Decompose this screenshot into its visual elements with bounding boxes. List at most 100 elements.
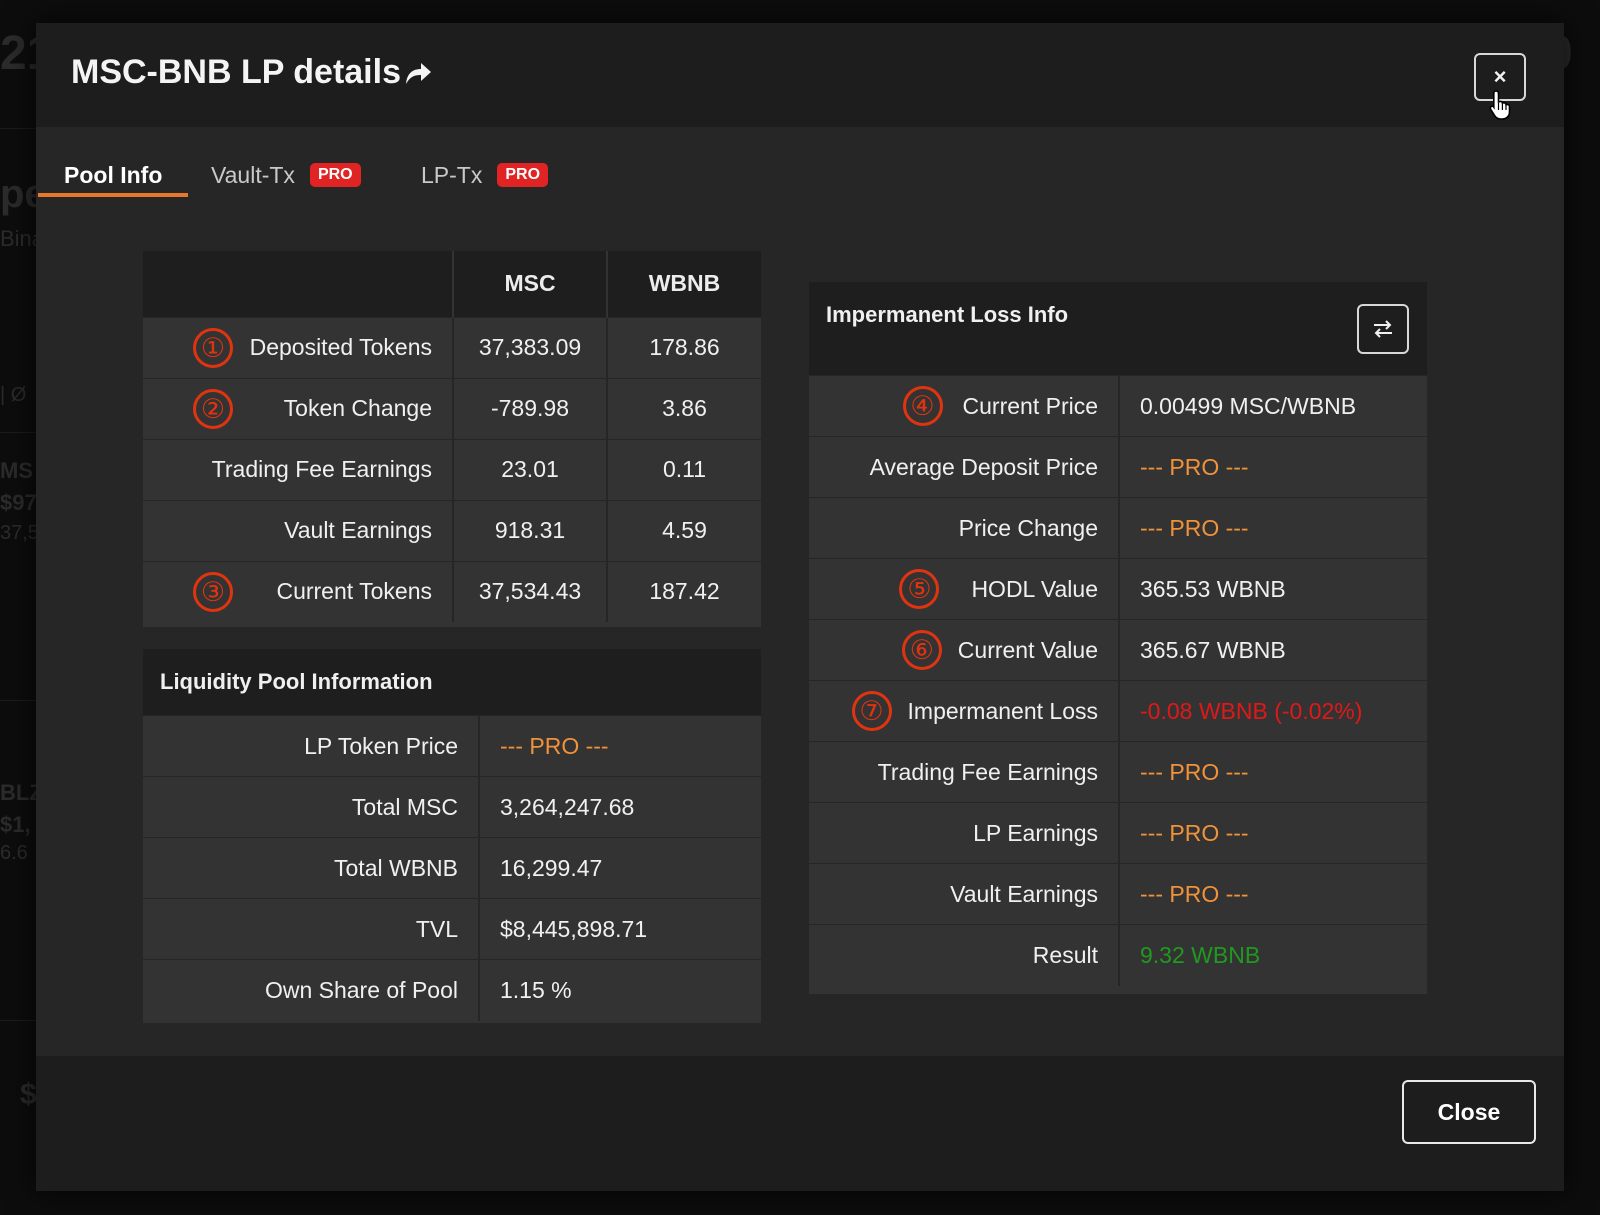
msc-value: 918.31 [452,499,607,561]
wbnb-value: 3.86 [606,377,761,439]
table-row: Average Deposit Price --- PRO --- [809,436,1427,498]
msc-value: -789.98 [452,377,607,439]
tab-label: LP-Tx [421,161,483,188]
tab-label: Vault-Tx [211,161,295,188]
close-button-label: Close [1437,1098,1501,1125]
row-label: Current Price [962,392,1098,419]
tab-bar: Pool Info Vault-Tx PRO LP-Tx PRO [36,127,1564,223]
share-icon[interactable] [403,58,433,88]
table-row: ① Deposited Tokens 37,383.09 178.86 [143,316,761,378]
row-label: Deposited Tokens [249,334,432,360]
table-row: LP Earnings --- PRO --- [809,802,1427,864]
row-value: -0.08 WBNB (-0.02%) [1118,680,1427,742]
row-label: Current Tokens [276,578,432,605]
row-label: LP Earnings [809,802,1119,864]
table-row: Total WBNB 16,299.47 [143,837,761,899]
wbnb-value: 178.86 [606,316,761,378]
tokens-table: MSC WBNB ① Deposited Tokens 37,383.09 178… [143,251,761,622]
msc-value: 37,534.43 [452,560,607,622]
background-text: $1, [0,812,31,837]
table-row: LP Token Price --- PRO --- [143,715,761,777]
background-text: $97 [0,490,37,515]
table-row: ④ Current Price 0.00499 MSC/WBNB [809,375,1427,437]
annotation-marker: ① [193,327,233,368]
table-header-row: MSC WBNB [143,251,761,317]
row-value: 16,299.47 [478,837,761,899]
row-value: --- PRO --- [1118,497,1427,559]
table-row: ⑤ HODL Value 365.53 WBNB [809,558,1427,620]
close-icon: × [1493,64,1507,89]
il-info-panel: Impermanent Loss Info ④ Current Price 0.0… [809,282,1427,994]
table-header-cell: WBNB [606,251,761,317]
row-label: HODL Value [971,575,1098,602]
lp-info-table: LP Token Price --- PRO --- Total MSC 3,2… [143,715,761,1021]
wbnb-value: 187.42 [606,560,761,622]
row-label: Trading Fee Earnings [143,438,453,500]
background-text: 6.6 [0,842,28,864]
row-value: 365.67 WBNB [1118,619,1427,681]
table-row: Vault Earnings 918.31 4.59 [143,499,761,561]
background-divider [0,1020,36,1021]
row-label: Average Deposit Price [809,436,1119,498]
row-label: Current Value [957,636,1098,663]
background-text: | Ø [0,384,27,406]
swap-direction-button[interactable] [1357,304,1409,354]
lp-info-title: Liquidity Pool Information [143,649,761,715]
row-label: Result [809,924,1119,986]
background-text: MS [0,458,33,483]
table-row: Price Change --- PRO --- [809,497,1427,559]
table-row: Result 9.32 WBNB [809,924,1427,986]
tab-lp-tx[interactable]: LP-Tx PRO [421,127,549,223]
background-text: 37,5 [0,522,39,544]
row-value: --- PRO --- [478,715,761,777]
table-header-cell [143,251,453,317]
il-info-title: Impermanent Loss Info [826,302,1069,327]
table-row: Trading Fee Earnings --- PRO --- [809,741,1427,803]
modal-header: MSC-BNB LP details × [36,23,1564,127]
hand-cursor-icon [1489,90,1511,120]
annotation-marker: ⑤ [899,569,940,609]
row-label: LP Token Price [143,715,479,777]
msc-value: 23.01 [452,438,607,500]
modal-title: MSC-BNB LP details [71,53,401,91]
table-row: Own Share of Pool 1.15 % [143,959,761,1021]
table-row: ⑦ Impermanent Loss -0.08 WBNB (-0.02%) [809,680,1427,742]
row-label: Price Change [809,497,1119,559]
tab-label: Pool Info [64,161,163,188]
tab-pool-info[interactable]: Pool Info [64,127,162,223]
background-divider [0,432,36,433]
lp-info-panel: Liquidity Pool Information LP Token Pric… [143,649,761,1023]
il-info-table: ④ Current Price 0.00499 MSC/WBNB Average … [809,375,1427,986]
annotation-marker: ⑦ [851,691,892,731]
background-divider [0,700,36,701]
tab-vault-tx[interactable]: Vault-Tx PRO [211,127,361,223]
il-info-header: Impermanent Loss Info [809,282,1427,375]
row-value: 365.53 WBNB [1118,558,1427,620]
table-row: TVL $8,445,898.71 [143,898,761,960]
close-button[interactable]: Close [1402,1080,1536,1144]
lp-details-modal: MSC-BNB LP details × Pool Info Vault-Tx … [36,23,1564,1191]
table-header-cell: MSC [452,251,607,317]
pro-badge: PRO [309,163,361,187]
row-value: 9.32 WBNB [1118,924,1427,986]
table-row: Total MSC 3,264,247.68 [143,776,761,838]
annotation-marker: ② [193,388,233,429]
row-value: $8,445,898.71 [478,898,761,960]
row-value: 3,264,247.68 [478,776,761,838]
row-label: Total WBNB [143,837,479,899]
row-value: --- PRO --- [1118,802,1427,864]
row-value: 1.15 % [478,959,761,1021]
table-row: ② Token Change -789.98 3.86 [143,377,761,439]
row-label: Token Change [283,395,432,421]
swap-icon [1374,320,1392,338]
active-tab-indicator [38,193,188,197]
annotation-marker: ⑥ [901,630,942,670]
table-row: Trading Fee Earnings 23.01 0.11 [143,438,761,500]
row-label: Vault Earnings [143,499,453,561]
row-label: Own Share of Pool [143,959,479,1021]
modal-title-wrap: MSC-BNB LP details [71,53,433,92]
row-label: Impermanent Loss [907,697,1098,724]
table-row: ⑥ Current Value 365.67 WBNB [809,619,1427,681]
modal-footer [36,1056,1564,1191]
background-text: $ [20,1078,37,1111]
